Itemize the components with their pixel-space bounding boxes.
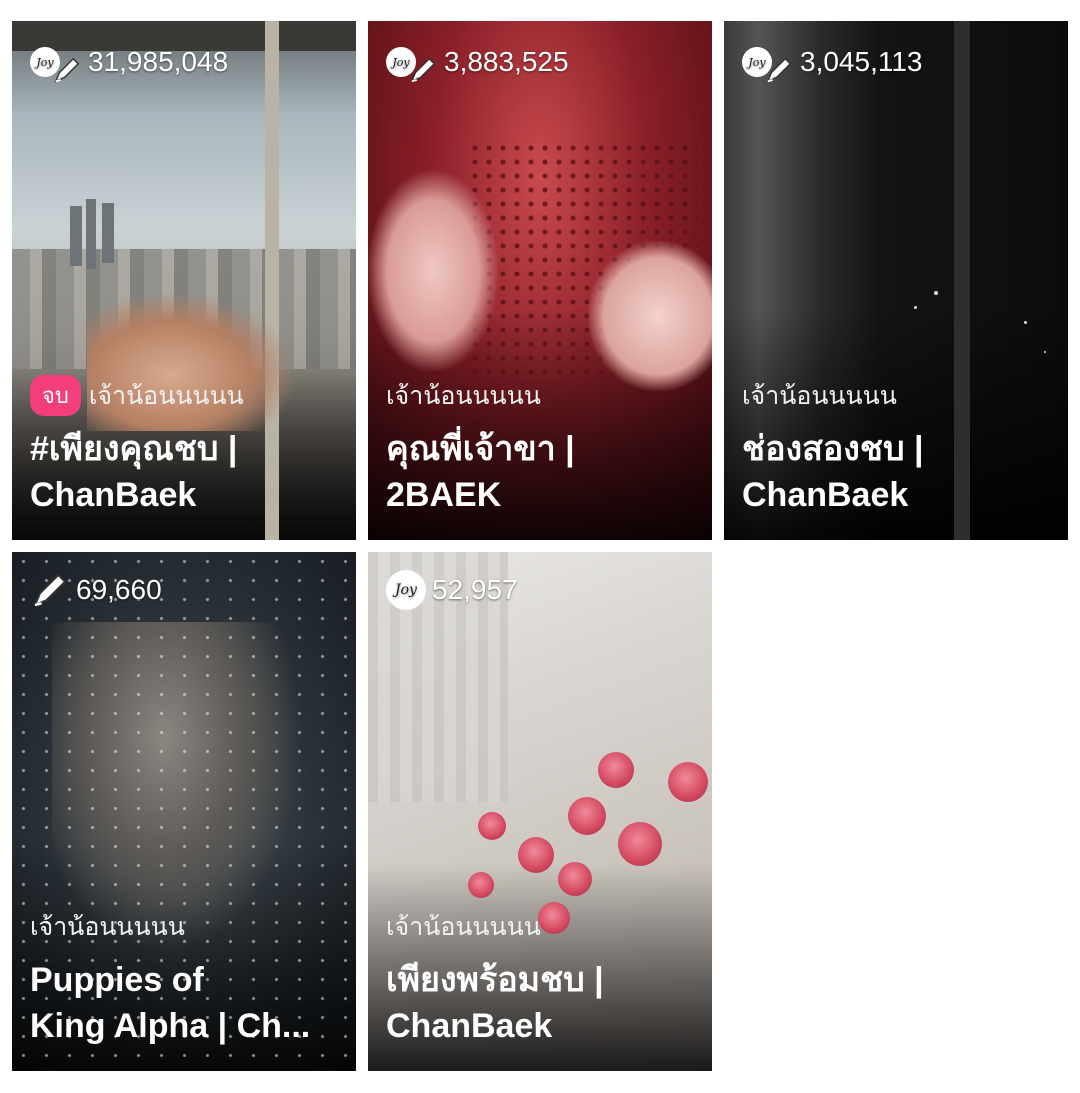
story-title[interactable]: คุณพี่เจ้าขา | 2BAEK <box>386 426 698 518</box>
read-count-value: 3,045,113 <box>800 46 923 77</box>
pen-icon <box>33 573 67 607</box>
title-line-1: เพียงพร้อมชบ | <box>386 961 604 999</box>
author-name[interactable]: เจ้าน้อนนนนน <box>742 376 897 416</box>
read-count: Joy 31,985,048 <box>30 39 228 85</box>
title-line-2: ChanBaek <box>30 476 197 514</box>
story-grid: Joy 31,985,048 จบ เจ้าน้อนนนนน #เพียงคุณ… <box>0 0 1080 1093</box>
title-line-1: คุณพี่เจ้าขา | <box>386 430 575 468</box>
read-count-value: 31,985,048 <box>88 46 229 77</box>
title-line-2: 2BAEK <box>386 476 502 514</box>
title-line-2: ChanBaek <box>742 476 909 514</box>
author-name[interactable]: เจ้าน้อนนนนน <box>386 376 541 416</box>
title-line-1: Puppies of <box>30 961 204 999</box>
title-line-1: #เพียงคุณชบ | <box>30 430 238 468</box>
read-count-value: 69,660 <box>76 574 162 605</box>
joy-icon: Joy <box>386 570 426 610</box>
story-title[interactable]: เพียงพร้อมชบ | ChanBaek <box>386 957 698 1049</box>
pen-icon <box>766 57 792 83</box>
story-title[interactable]: #เพียงคุณชบ | ChanBaek <box>30 426 342 518</box>
pen-icon <box>54 57 80 83</box>
read-count-value: 3,883,525 <box>444 46 569 77</box>
story-card[interactable]: Joy 3,883,525 เจ้าน้อนนนนน คุณพี่เจ้าขา … <box>368 21 712 540</box>
story-title[interactable]: Puppies of King Alpha | Ch... <box>30 957 342 1049</box>
read-count: Joy 3,883,525 <box>386 39 569 85</box>
author-name[interactable]: เจ้าน้อนนนนน <box>30 907 185 947</box>
title-line-1: ช่องสองชบ | <box>742 430 924 468</box>
story-card[interactable]: 69,660 เจ้าน้อนนนนน Puppies of King Alph… <box>12 552 356 1071</box>
author-name[interactable]: เจ้าน้อนนนนน <box>386 907 541 947</box>
read-count: 69,660 <box>30 570 162 610</box>
title-line-2: King Alpha | Ch... <box>30 1007 311 1045</box>
read-count-value: 52,957 <box>432 574 518 605</box>
story-card[interactable]: Joy 52,957 เจ้าน้อนนนนน เพียงพร้อมชบ | C… <box>368 552 712 1071</box>
story-card[interactable]: Joy 31,985,048 จบ เจ้าน้อนนนนน #เพียงคุณ… <box>12 21 356 540</box>
story-title[interactable]: ช่องสองชบ | ChanBaek <box>742 426 1054 518</box>
read-count: Joy 3,045,113 <box>742 39 923 85</box>
status-badge: จบ <box>30 375 81 416</box>
author-name[interactable]: เจ้าน้อนนนนน <box>89 376 244 416</box>
read-count: Joy 52,957 <box>386 570 518 610</box>
title-line-2: ChanBaek <box>386 1007 553 1045</box>
pen-icon <box>410 57 436 83</box>
story-card[interactable]: Joy 3,045,113 เจ้าน้อนนนนน ช่องสองชบ | C… <box>724 21 1068 540</box>
